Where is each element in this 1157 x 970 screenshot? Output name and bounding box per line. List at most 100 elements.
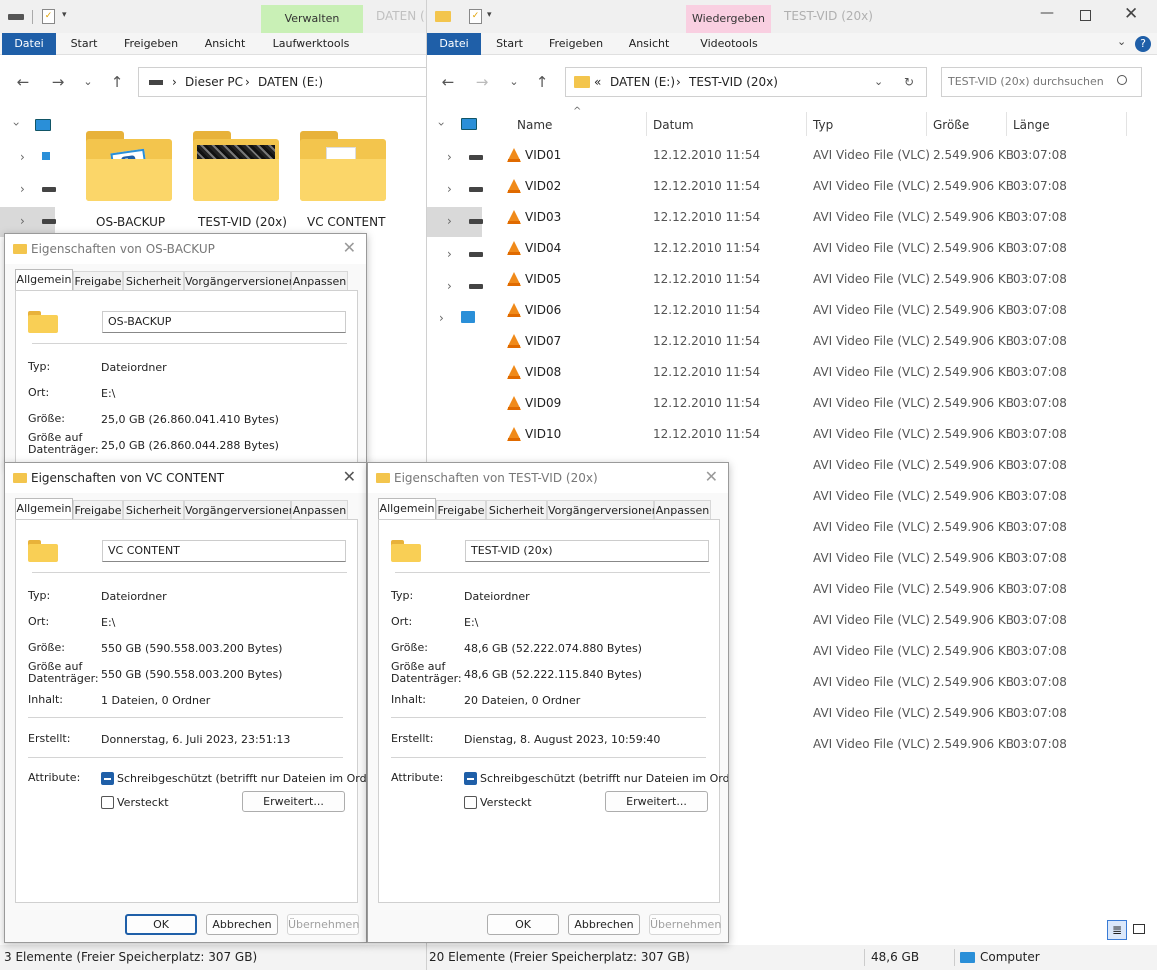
folder-test-vid[interactable] bbox=[193, 131, 279, 201]
context-tab-wiedergeben[interactable]: Wiedergeben bbox=[686, 5, 771, 33]
readonly-checkbox[interactable] bbox=[101, 772, 114, 785]
hidden-checkbox[interactable] bbox=[464, 796, 477, 809]
help-icon[interactable]: ? bbox=[1135, 36, 1151, 52]
address-dropdown-icon[interactable]: ⌄ bbox=[874, 68, 883, 96]
column-header-typ[interactable]: Typ bbox=[813, 116, 833, 134]
tab-start[interactable]: Start bbox=[487, 33, 532, 55]
file-row[interactable]: VID06 12.12.2010 11:54 AVI Video File (VLC… bbox=[501, 295, 1121, 326]
tab-start[interactable]: Start bbox=[60, 33, 108, 55]
file-row[interactable]: VID07 12.12.2010 11:54 AVI Video File (VLC… bbox=[501, 326, 1121, 357]
tab-vorgaengerversionen[interactable]: Vorgängerversionen bbox=[184, 271, 296, 291]
back-arrow-icon[interactable]: ← bbox=[439, 73, 457, 91]
tiles-view-icon[interactable] bbox=[1133, 924, 1145, 934]
forward-arrow-icon[interactable]: → bbox=[473, 73, 491, 91]
tree-item-drive-selected[interactable]: › bbox=[427, 207, 483, 237]
tab-freigeben[interactable]: Freigeben bbox=[545, 33, 607, 55]
breadcrumb-item[interactable]: DATEN (E:) bbox=[610, 68, 675, 96]
chevron-right-icon[interactable]: › bbox=[447, 182, 452, 196]
column-header-name[interactable]: Name bbox=[517, 116, 552, 134]
tab-datei[interactable]: Datei bbox=[2, 33, 56, 55]
column-separator[interactable] bbox=[926, 112, 927, 136]
forward-arrow-icon[interactable]: → bbox=[49, 73, 67, 91]
breadcrumb-overflow[interactable]: « bbox=[594, 68, 601, 96]
search-icon[interactable] bbox=[1117, 75, 1127, 85]
close-icon[interactable]: ✕ bbox=[343, 467, 356, 486]
chevron-down-icon[interactable]: › bbox=[9, 122, 23, 127]
tree-item-dieser-pc[interactable]: › bbox=[427, 110, 482, 140]
tab-freigabe[interactable]: Freigabe bbox=[73, 271, 123, 291]
column-separator[interactable] bbox=[806, 112, 807, 136]
column-separator[interactable] bbox=[1006, 112, 1007, 136]
chevron-right-icon[interactable]: › bbox=[447, 247, 452, 261]
column-header-laenge[interactable]: Länge bbox=[1013, 116, 1050, 134]
tab-freigeben[interactable]: Freigeben bbox=[118, 33, 184, 55]
file-row[interactable]: VID01 12.12.2010 11:54 AVI Video File (VLC… bbox=[501, 140, 1121, 171]
close-icon[interactable]: ✕ bbox=[705, 467, 718, 486]
column-separator[interactable] bbox=[1126, 112, 1127, 136]
cancel-button[interactable]: Abbrechen bbox=[206, 914, 278, 935]
ribbon-expand-icon[interactable]: ⌄ bbox=[1117, 35, 1126, 48]
up-arrow-icon[interactable]: ↑ bbox=[108, 73, 126, 91]
readonly-label[interactable]: Schreibgeschützt (betrifft nur Dateien i… bbox=[117, 772, 366, 785]
folder-label[interactable]: TEST-VID (20x) bbox=[198, 215, 287, 229]
tree-item-drive[interactable]: › bbox=[427, 272, 483, 302]
chevron-right-icon[interactable]: › bbox=[447, 279, 452, 293]
details-view-icon[interactable]: ≣ bbox=[1107, 920, 1127, 940]
tree-item-network-drive[interactable]: › bbox=[0, 143, 55, 173]
chevron-right-icon[interactable]: › bbox=[447, 150, 452, 164]
context-tab-verwalten[interactable]: Verwalten bbox=[261, 5, 363, 33]
readonly-label[interactable]: Schreibgeschützt (betrifft nur Dateien i… bbox=[480, 772, 728, 785]
apply-button[interactable]: Übernehmen bbox=[287, 914, 359, 935]
file-row[interactable]: VID05 12.12.2010 11:54 AVI Video File (VLC… bbox=[501, 264, 1121, 295]
tab-freigabe[interactable]: Freigabe bbox=[436, 500, 486, 520]
breadcrumb-item[interactable]: Dieser PC bbox=[185, 68, 243, 96]
apply-button[interactable]: Übernehmen bbox=[649, 914, 721, 935]
column-separator[interactable] bbox=[646, 112, 647, 136]
advanced-button[interactable]: Erweitert... bbox=[605, 791, 708, 812]
chevron-right-icon[interactable]: › bbox=[439, 311, 444, 325]
breadcrumb-item[interactable]: DATEN (E:) bbox=[258, 68, 323, 96]
file-row[interactable]: VID04 12.12.2010 11:54 AVI Video File (VLC… bbox=[501, 233, 1121, 264]
tab-freigabe[interactable]: Freigabe bbox=[73, 500, 123, 520]
file-row[interactable]: VID10 12.12.2010 11:54 AVI Video File (VLC… bbox=[501, 419, 1121, 450]
tab-anpassen[interactable]: Anpassen bbox=[291, 271, 348, 291]
close-icon[interactable]: ✕ bbox=[1124, 4, 1138, 24]
chevron-right-icon[interactable]: › bbox=[20, 150, 25, 164]
chevron-down-icon[interactable]: › bbox=[434, 122, 448, 127]
tab-allgemein[interactable]: Allgemein bbox=[15, 269, 73, 291]
tab-ansicht[interactable]: Ansicht bbox=[197, 33, 253, 55]
ok-button[interactable]: OK bbox=[487, 914, 559, 935]
tab-sicherheit[interactable]: Sicherheit bbox=[486, 500, 547, 520]
column-header-groesse[interactable]: Größe bbox=[933, 116, 969, 134]
column-header-datum[interactable]: Datum bbox=[653, 116, 694, 134]
properties-quick-icon[interactable]: ✓ bbox=[469, 9, 482, 24]
tab-datei[interactable]: Datei bbox=[427, 33, 481, 55]
tab-allgemein[interactable]: Allgemein bbox=[378, 498, 436, 520]
tab-videotools[interactable]: Videotools bbox=[689, 33, 769, 55]
folder-label[interactable]: OS-BACKUP bbox=[96, 215, 165, 229]
tab-vorgaengerversionen[interactable]: Vorgängerversionen bbox=[184, 500, 296, 520]
tab-laufwerktools[interactable]: Laufwerktools bbox=[266, 33, 356, 55]
tree-item-drive[interactable]: › bbox=[427, 240, 483, 270]
tab-allgemein[interactable]: Allgemein bbox=[15, 498, 73, 520]
folder-os-backup[interactable]: ↻ bbox=[86, 131, 172, 201]
back-arrow-icon[interactable]: ← bbox=[14, 73, 32, 91]
recent-dropdown-icon[interactable]: ⌄ bbox=[79, 73, 97, 91]
hidden-checkbox[interactable] bbox=[101, 796, 114, 809]
folder-vc-content[interactable] bbox=[300, 131, 386, 201]
quick-access-dropdown-icon[interactable]: ▾ bbox=[62, 10, 67, 20]
properties-quick-icon[interactable]: ✓ bbox=[42, 9, 55, 24]
tab-anpassen[interactable]: Anpassen bbox=[291, 500, 348, 520]
tree-item-drive[interactable]: › bbox=[427, 175, 483, 205]
file-row[interactable]: VID03 12.12.2010 11:54 AVI Video File (VLC… bbox=[501, 202, 1121, 233]
quick-access-dropdown-icon[interactable]: ▾ bbox=[487, 10, 492, 20]
minimize-icon[interactable]: — bbox=[1040, 5, 1054, 21]
folder-name-input[interactable]: TEST-VID (20x) bbox=[465, 540, 709, 562]
tab-anpassen[interactable]: Anpassen bbox=[654, 500, 711, 520]
hidden-label[interactable]: Versteckt bbox=[117, 796, 169, 809]
tab-sicherheit[interactable]: Sicherheit bbox=[123, 500, 184, 520]
folder-name-input[interactable]: VC CONTENT bbox=[102, 540, 346, 562]
ok-button[interactable]: OK bbox=[125, 914, 197, 935]
breadcrumb-item[interactable]: TEST-VID (20x) bbox=[689, 68, 778, 96]
advanced-button[interactable]: Erweitert... bbox=[242, 791, 345, 812]
